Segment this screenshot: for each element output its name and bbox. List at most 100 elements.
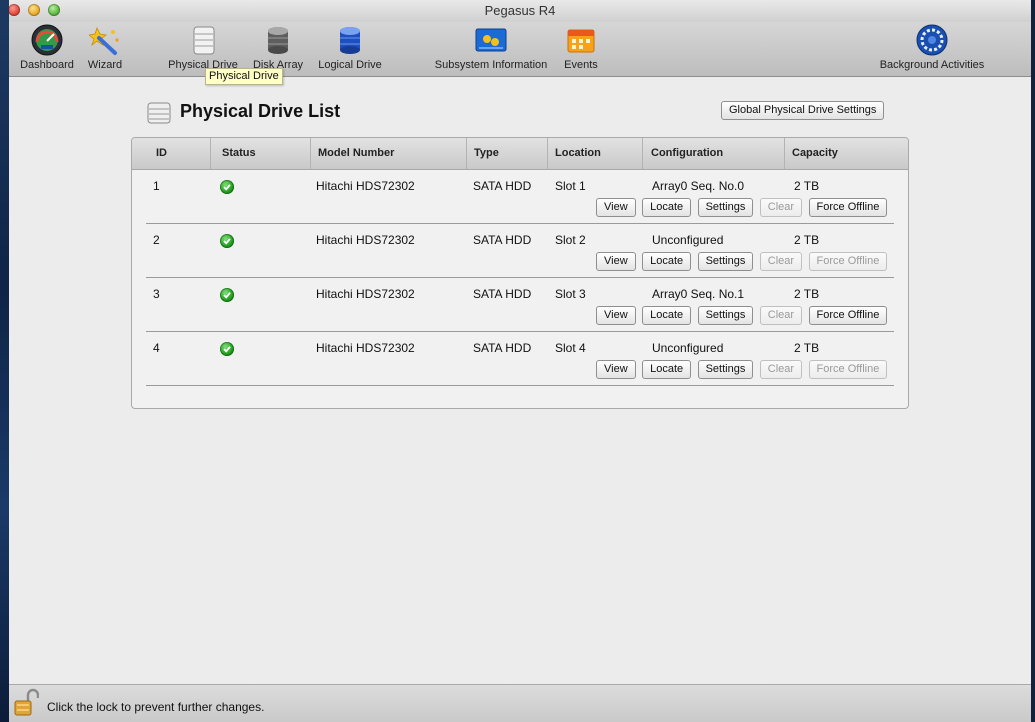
force-offline-button: Force Offline: [808, 360, 888, 379]
drive-location: Slot 1: [555, 179, 586, 193]
status-ok-icon: [220, 288, 234, 302]
table-row[interactable]: 3 Hitachi HDS72302 SATA HDD Slot 3 Array…: [146, 277, 894, 332]
drive-model: Hitachi HDS72302: [316, 287, 415, 301]
drive-type: SATA HDD: [473, 179, 532, 193]
status-ok-icon: [220, 342, 234, 356]
drive-id: 2: [153, 233, 160, 247]
view-button[interactable]: View: [596, 306, 636, 325]
lock-icon[interactable]: [13, 688, 40, 718]
disk-array-icon: [262, 24, 294, 56]
drive-type: SATA HDD: [473, 341, 532, 355]
clear-button: Clear: [759, 198, 803, 217]
toolbar-logical-drive[interactable]: Logical Drive: [314, 24, 386, 71]
toolbar: Dashboard Wizard Physical Drive Disk Arr…: [9, 22, 1031, 77]
subsystem-info-icon: [475, 24, 507, 56]
column-header-status[interactable]: Status: [210, 138, 256, 169]
row-actions: View Locate Settings Clear Force Offline: [596, 251, 889, 271]
physical-drive-table: ID Status Model Number Type Location Con…: [131, 137, 909, 409]
column-header-location[interactable]: Location: [547, 138, 601, 169]
app-window: Pegasus R4 Dashboard Wizard Physical Dri…: [9, 0, 1031, 722]
view-button[interactable]: View: [596, 252, 636, 271]
column-header-type[interactable]: Type: [466, 138, 499, 169]
column-header-model-number[interactable]: Model Number: [310, 138, 394, 169]
toolbar-disk-array[interactable]: Disk Array: [248, 24, 308, 71]
window-title: Pegasus R4: [484, 3, 556, 18]
view-button[interactable]: View: [596, 198, 636, 217]
toolbar-dashboard-label: Dashboard: [20, 59, 74, 71]
drive-id: 3: [153, 287, 160, 301]
status-bar: Click the lock to prevent further change…: [9, 684, 1031, 722]
drive-location: Slot 2: [555, 233, 586, 247]
toolbar-dashboard[interactable]: Dashboard: [17, 24, 77, 71]
drive-capacity: 2 TB: [794, 287, 820, 301]
force-offline-button[interactable]: Force Offline: [808, 198, 888, 217]
drive-capacity: 2 TB: [794, 341, 820, 355]
toolbar-tooltip: Physical Drive: [205, 68, 283, 85]
clear-button: Clear: [759, 252, 803, 271]
drive-type: SATA HDD: [473, 233, 532, 247]
toolbar-logical-drive-label: Logical Drive: [318, 59, 382, 71]
column-header-capacity[interactable]: Capacity: [784, 138, 838, 169]
locate-button[interactable]: Locate: [642, 198, 692, 217]
table-row[interactable]: 2 Hitachi HDS72302 SATA HDD Slot 2 Uncon…: [146, 223, 894, 278]
toolbar-wizard-label: Wizard: [87, 59, 123, 71]
drive-configuration: Array0 Seq. No.1: [652, 287, 745, 301]
drive-model: Hitachi HDS72302: [316, 341, 415, 355]
status-ok-icon: [220, 180, 234, 194]
drive-location: Slot 4: [555, 341, 586, 355]
settings-button[interactable]: Settings: [697, 252, 754, 271]
row-actions: View Locate Settings Clear Force Offline: [596, 305, 889, 325]
toolbar-physical-drive[interactable]: Physical Drive: [165, 24, 241, 71]
status-ok-icon: [220, 234, 234, 248]
locate-button[interactable]: Locate: [642, 306, 692, 325]
logical-drive-icon: [334, 24, 366, 56]
title-bar: Pegasus R4: [9, 0, 1031, 22]
toolbar-events-label: Events: [564, 59, 598, 71]
main-content: Physical Drive List Global Physical Driv…: [9, 77, 1031, 684]
column-header-configuration[interactable]: Configuration: [642, 138, 723, 169]
toolbar-background-activities[interactable]: Background Activities: [871, 24, 993, 71]
settings-button[interactable]: Settings: [697, 360, 754, 379]
settings-button[interactable]: Settings: [697, 198, 754, 217]
global-physical-drive-settings-button[interactable]: Global Physical Drive Settings: [721, 101, 885, 120]
table-row[interactable]: 1 Hitachi HDS72302 SATA HDD Slot 1 Array…: [146, 169, 894, 224]
drive-configuration: Unconfigured: [652, 341, 724, 355]
drive-list-icon: [146, 101, 172, 130]
column-header-id[interactable]: ID: [156, 138, 167, 169]
clear-button: Clear: [759, 306, 803, 325]
drive-configuration: Array0 Seq. No.0: [652, 179, 745, 193]
toolbar-background-activities-label: Background Activities: [879, 59, 985, 71]
desktop-background: [0, 0, 9, 722]
drive-capacity: 2 TB: [794, 179, 820, 193]
settings-button[interactable]: Settings: [697, 306, 754, 325]
row-actions: View Locate Settings Clear Force Offline: [596, 359, 889, 379]
locate-button[interactable]: Locate: [642, 252, 692, 271]
drive-location: Slot 3: [555, 287, 586, 301]
drive-type: SATA HDD: [473, 287, 532, 301]
physical-drive-icon: [187, 24, 219, 56]
force-offline-button: Force Offline: [808, 252, 888, 271]
toolbar-wizard[interactable]: Wizard: [83, 24, 127, 71]
drive-id: 1: [153, 179, 160, 193]
drive-capacity: 2 TB: [794, 233, 820, 247]
events-calendar-icon: [565, 24, 597, 56]
drive-configuration: Unconfigured: [652, 233, 724, 247]
background-activities-icon: [916, 24, 948, 56]
force-offline-button[interactable]: Force Offline: [808, 306, 888, 325]
table-header: ID Status Model Number Type Location Con…: [132, 138, 908, 170]
wizard-wand-icon: [88, 24, 121, 56]
view-button[interactable]: View: [596, 360, 636, 379]
table-row[interactable]: 4 Hitachi HDS72302 SATA HDD Slot 4 Uncon…: [146, 331, 894, 386]
page-title: Physical Drive List: [180, 101, 341, 121]
drive-model: Hitachi HDS72302: [316, 179, 415, 193]
toolbar-events[interactable]: Events: [559, 24, 603, 71]
row-actions: View Locate Settings Clear Force Offline: [596, 197, 889, 217]
drive-model: Hitachi HDS72302: [316, 233, 415, 247]
clear-button: Clear: [759, 360, 803, 379]
toolbar-subsystem-information-label: Subsystem Information: [434, 59, 548, 71]
lock-status-text: Click the lock to prevent further change…: [47, 700, 265, 714]
dashboard-gauge-icon: [31, 24, 63, 56]
toolbar-subsystem-information[interactable]: Subsystem Information: [429, 24, 553, 71]
drive-id: 4: [153, 341, 160, 355]
locate-button[interactable]: Locate: [642, 360, 692, 379]
